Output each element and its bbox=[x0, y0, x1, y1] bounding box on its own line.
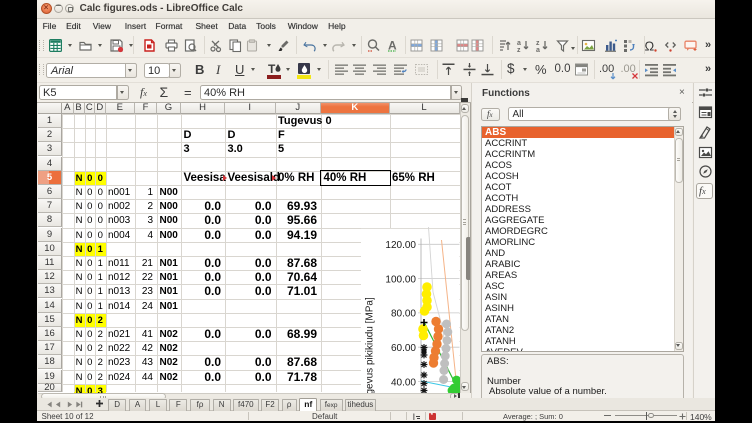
svg-text:Ω: Ω bbox=[645, 39, 655, 54]
svg-text:100.00: 100.00 bbox=[385, 274, 416, 285]
svg-text:40.00: 40.00 bbox=[391, 377, 416, 388]
svg-text:a: a bbox=[517, 40, 521, 47]
svg-text:gevus pikikiudu [MPa]: gevus pikikiudu [MPa] bbox=[365, 297, 376, 392]
svg-text:z: z bbox=[536, 40, 540, 47]
svg-text:60.00: 60.00 bbox=[391, 343, 416, 354]
svg-text:120.00: 120.00 bbox=[385, 240, 416, 251]
svg-text:a: a bbox=[536, 47, 540, 54]
svg-text:80.00: 80.00 bbox=[391, 309, 416, 320]
svg-text:z: z bbox=[517, 47, 521, 54]
